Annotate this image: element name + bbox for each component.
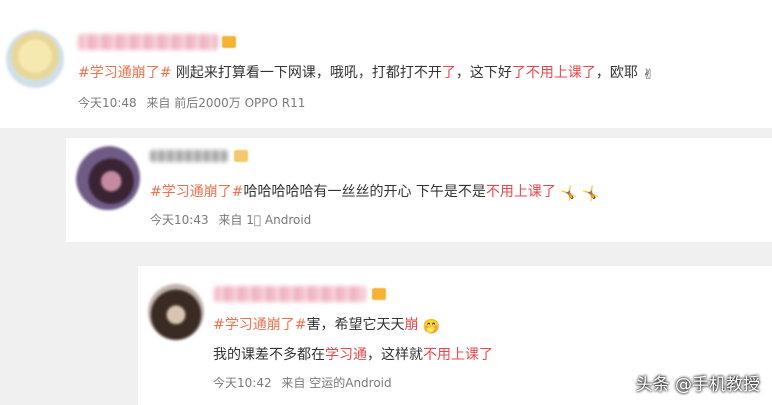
username-blurred[interactable]	[150, 150, 228, 162]
comment-meta: 今天10:42 来自 空运的Android	[213, 374, 392, 391]
highlight-text: 了不用上课了	[511, 65, 596, 81]
vip-badge-icon	[222, 36, 236, 48]
dancing-figure-icon: 🤸 🤸	[560, 186, 600, 202]
highlight-text: 崩	[404, 317, 419, 333]
comment-meta: 今天10:48 来自 前后2000万 OPPO R11	[78, 94, 305, 111]
comment-meta: 今天10:43 来自 1⃣ Android	[150, 211, 311, 228]
avatar[interactable]	[148, 284, 204, 340]
highlight-text: 学习通	[325, 347, 367, 363]
shushing-face-icon: 🤭	[422, 319, 441, 335]
text-segment: 刚起来打算看一下网课，哦吼，打都打不开	[175, 65, 442, 81]
vip-badge-icon	[372, 288, 386, 300]
text-segment: ，这样就	[367, 347, 423, 363]
text-segment: 害，希望它天天	[306, 317, 405, 333]
timestamp: 今天10:43	[150, 213, 209, 227]
username-blurred[interactable]	[78, 34, 218, 50]
comment-text: #学习通崩了# 刚起来打算看一下网课，哦吼，打都打不开了，这下好了不用上课了，欧…	[78, 62, 654, 83]
comment-text-line2: 我的课差不多都在学习通，这样就不用上课了	[213, 344, 493, 364]
source-label: 来自 前后2000万 OPPO R11	[146, 96, 306, 110]
highlight-text: 不用上课了	[485, 184, 556, 200]
username-blurred[interactable]	[214, 286, 366, 302]
text-segment: ，欧耶	[595, 65, 638, 81]
highlight-text: 了	[441, 65, 456, 81]
vip-badge-icon	[234, 150, 248, 162]
watermark: 头条 @手机教授	[635, 375, 760, 395]
comment-text: #学习通崩了#害，希望它天天崩 🤭	[213, 314, 440, 335]
comment-text: #学习通崩了#哈哈哈哈哈有一丝丝的开心 下午是不是不用上课了 🤸 🤸	[150, 181, 600, 202]
topic-link[interactable]: #学习通崩了#	[150, 184, 243, 200]
avatar[interactable]	[6, 30, 64, 88]
avatar[interactable]	[76, 146, 140, 210]
topic-link[interactable]: #学习通崩了#	[78, 65, 171, 81]
timestamp: 今天10:42	[213, 376, 272, 390]
victory-hand-icon: ✌	[642, 67, 655, 83]
source-label: 来自 1⃣ Android	[218, 213, 312, 227]
source-label: 来自 空运的Android	[281, 376, 392, 390]
timestamp: 今天10:48	[78, 96, 137, 110]
text-segment: 我的课差不多都在	[213, 347, 325, 363]
text-segment: 哈哈哈哈哈有一丝丝的开心 下午是不是	[243, 184, 486, 200]
text-segment: ，这下好	[455, 65, 512, 81]
topic-link[interactable]: #学习通崩了#	[213, 317, 306, 333]
highlight-text: 不用上课了	[423, 347, 493, 363]
